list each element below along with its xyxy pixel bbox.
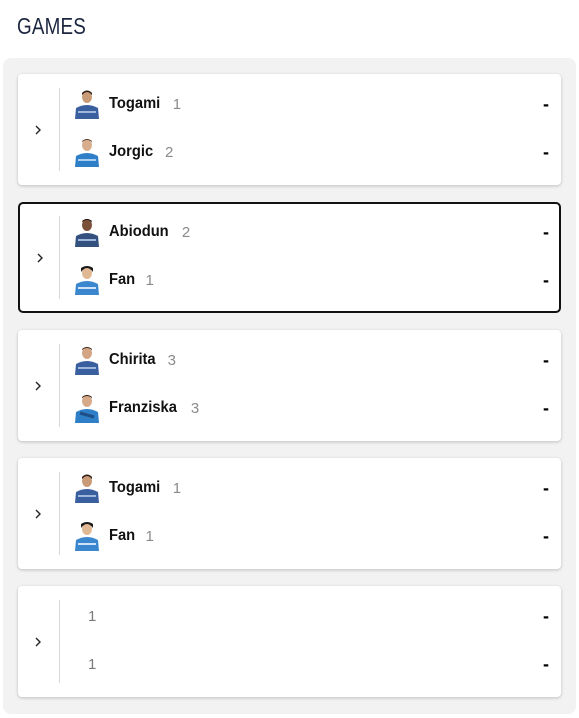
player-seed: 3	[167, 351, 177, 369]
player-name: Togami	[109, 95, 161, 112]
game-card-3[interactable]: Chirita 3 - Franziska 3 -	[18, 330, 561, 441]
player-name: Fan	[109, 527, 136, 544]
player-row: Jorgic 2 -	[74, 136, 549, 168]
player-avatar-icon	[74, 217, 100, 247]
chevron-right-icon	[35, 125, 41, 134]
player-avatar-icon	[74, 521, 100, 551]
player-seed: 2	[165, 143, 174, 161]
player-score: -	[543, 349, 549, 370]
expand-button[interactable]	[20, 204, 60, 311]
player-seed: 3	[190, 399, 200, 417]
chevron-right-icon	[37, 253, 43, 262]
games-page: GAMES Togami 1 - Jorgic 2 - Abiodun 2 - …	[0, 0, 579, 718]
player-avatar-icon	[74, 473, 100, 503]
games-panel: Togami 1 - Jorgic 2 - Abiodun 2 - Fan 1 …	[3, 58, 576, 714]
player-avatar-icon	[74, 89, 100, 119]
player-name: Chirita	[109, 351, 156, 368]
chevron-right-icon	[35, 509, 41, 518]
expand-button[interactable]	[18, 458, 58, 569]
player-avatar-icon	[74, 265, 100, 295]
player-row: Chirita 3 -	[74, 344, 549, 376]
game-card-1[interactable]: Togami 1 - Jorgic 2 -	[18, 74, 561, 185]
player-seed: 2	[181, 223, 191, 241]
player-score: -	[543, 93, 549, 114]
player-seed: 1	[172, 479, 182, 497]
player-score: -	[543, 525, 549, 546]
chevron-right-icon	[35, 637, 41, 646]
player-score: -	[543, 141, 549, 162]
section-title: GAMES	[17, 13, 86, 39]
player-seed: 1	[88, 655, 97, 673]
chevron-right-icon	[35, 381, 41, 390]
player-row: Togami 1 -	[74, 472, 549, 504]
player-score: -	[543, 221, 549, 242]
player-seed: 1	[145, 527, 154, 545]
divider	[59, 88, 60, 171]
game-card-4[interactable]: Togami 1 - Fan 1 -	[18, 458, 561, 569]
player-row: Fan 1 -	[74, 520, 549, 552]
player-score: -	[543, 397, 549, 418]
player-seed: 1	[145, 271, 154, 289]
player-name: Fan	[109, 271, 136, 288]
player-score: -	[543, 605, 549, 626]
divider	[59, 472, 60, 555]
player-row: Abiodun 2 -	[74, 216, 549, 248]
player-row: Franziska 3 -	[74, 392, 549, 424]
player-avatar-icon	[74, 137, 100, 167]
player-avatar-icon	[74, 393, 100, 423]
divider	[59, 216, 60, 299]
divider	[59, 344, 60, 427]
divider	[59, 600, 60, 683]
player-score: -	[543, 477, 549, 498]
player-avatar-icon	[74, 345, 100, 375]
player-row: 1 -	[80, 648, 549, 680]
player-score: -	[543, 269, 549, 290]
expand-button[interactable]	[18, 74, 58, 185]
player-name: Togami	[109, 479, 161, 496]
player-name: Jorgic	[109, 143, 154, 160]
player-name: Abiodun	[109, 223, 169, 240]
game-card-2[interactable]: Abiodun 2 - Fan 1 -	[18, 202, 561, 313]
player-name: Franziska	[109, 399, 177, 416]
expand-button[interactable]	[18, 586, 58, 697]
player-row: Togami 1 -	[74, 88, 549, 120]
player-row: 1 -	[80, 600, 549, 632]
player-score: -	[543, 653, 549, 674]
player-seed: 1	[88, 607, 97, 625]
player-row: Fan 1 -	[74, 264, 549, 296]
expand-button[interactable]	[18, 330, 58, 441]
player-seed: 1	[172, 95, 182, 113]
game-card-5[interactable]: 1 - 1 -	[18, 586, 561, 697]
